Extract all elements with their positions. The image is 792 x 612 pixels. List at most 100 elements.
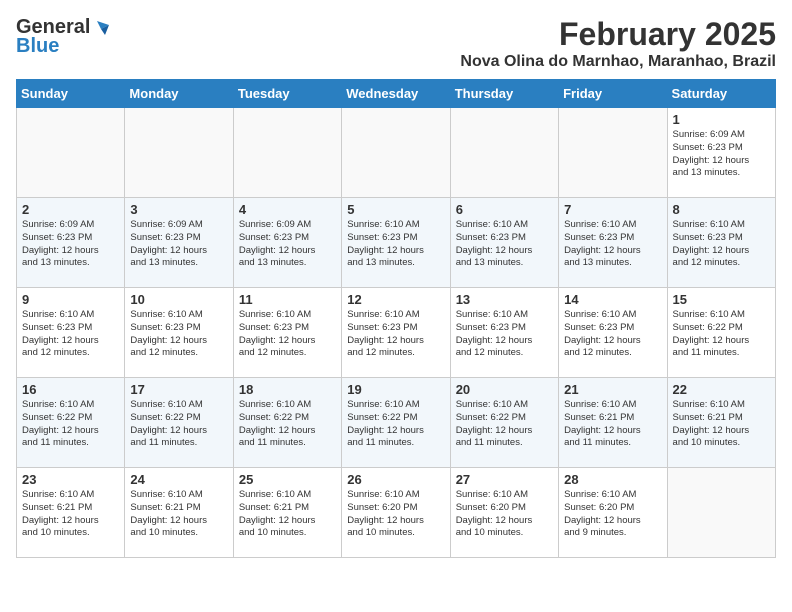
calendar-cell <box>17 108 125 198</box>
day-number: 17 <box>130 382 227 397</box>
day-number: 4 <box>239 202 336 217</box>
calendar-cell: 15Sunrise: 6:10 AM Sunset: 6:22 PM Dayli… <box>667 288 775 378</box>
calendar-cell: 18Sunrise: 6:10 AM Sunset: 6:22 PM Dayli… <box>233 378 341 468</box>
day-info: Sunrise: 6:10 AM Sunset: 6:23 PM Dayligh… <box>130 309 227 360</box>
day-info: Sunrise: 6:10 AM Sunset: 6:20 PM Dayligh… <box>347 489 444 540</box>
calendar-cell: 6 Sunrise: 6:10 AM Sunset: 6:23 PM Daylig… <box>450 198 558 288</box>
logo: General Blue <box>16 16 109 58</box>
calendar-week-row: 9 Sunrise: 6:10 AM Sunset: 6:23 PM Daylig… <box>17 288 776 378</box>
day-info: Sunrise: 6:10 AM Sunset: 6:21 PM Dayligh… <box>130 489 227 540</box>
day-number: 9 <box>22 292 119 307</box>
calendar-cell: 22 Sunrise: 6:10 AM Sunset: 6:21 PM Dayli… <box>667 378 775 468</box>
calendar-cell <box>342 108 450 198</box>
calendar-cell: 21 Sunrise: 6:10 AM Sunset: 6:21 PM Dayli… <box>559 378 667 468</box>
day-info: Sunrise: 6:10 AM Sunset: 6:21 PM Dayligh… <box>564 399 661 450</box>
logo-bird-icon <box>91 19 109 37</box>
calendar-cell: 2 Sunrise: 6:09 AM Sunset: 6:23 PM Daylig… <box>17 198 125 288</box>
day-info: Sunrise: 6:10 AM Sunset: 6:22 PM Dayligh… <box>347 399 444 450</box>
location-title: Nova Olina do Marnhao, Maranhao, Brazil <box>460 53 776 71</box>
day-info: Sunrise: 6:10 AM Sunset: 6:22 PM Dayligh… <box>673 309 770 360</box>
calendar-week-row: 23 Sunrise: 6:10 AM Sunset: 6:21 PM Dayli… <box>17 468 776 558</box>
day-number: 22 <box>673 382 770 397</box>
day-info: Sunrise: 6:10 AM Sunset: 6:20 PM Dayligh… <box>456 489 553 540</box>
weekday-header-row: SundayMondayTuesdayWednesdayThursdayFrid… <box>17 80 776 108</box>
day-number: 3 <box>130 202 227 217</box>
calendar-cell: 5 Sunrise: 6:10 AM Sunset: 6:23 PM Daylig… <box>342 198 450 288</box>
day-number: 19 <box>347 382 444 397</box>
day-number: 6 <box>456 202 553 217</box>
calendar-cell: 11Sunrise: 6:10 AM Sunset: 6:23 PM Dayli… <box>233 288 341 378</box>
day-number: 1 <box>673 112 770 127</box>
month-title: February 2025 <box>460 16 776 53</box>
calendar-cell: 10 Sunrise: 6:10 AM Sunset: 6:23 PM Dayli… <box>125 288 233 378</box>
day-info: Sunrise: 6:09 AM Sunset: 6:23 PM Dayligh… <box>130 219 227 270</box>
day-info: Sunrise: 6:10 AM Sunset: 6:22 PM Dayligh… <box>130 399 227 450</box>
day-info: Sunrise: 6:09 AM Sunset: 6:23 PM Dayligh… <box>22 219 119 270</box>
weekday-header-friday: Friday <box>559 80 667 108</box>
page-header: General Blue February 2025 Nova Olina do… <box>16 16 776 71</box>
day-number: 23 <box>22 472 119 487</box>
calendar-week-row: 2 Sunrise: 6:09 AM Sunset: 6:23 PM Daylig… <box>17 198 776 288</box>
title-area: February 2025 Nova Olina do Marnhao, Mar… <box>460 16 776 71</box>
day-number: 12 <box>347 292 444 307</box>
calendar-cell: 27 Sunrise: 6:10 AM Sunset: 6:20 PM Dayli… <box>450 468 558 558</box>
weekday-header-thursday: Thursday <box>450 80 558 108</box>
calendar-cell <box>450 108 558 198</box>
day-number: 8 <box>673 202 770 217</box>
calendar-cell <box>125 108 233 198</box>
weekday-header-sunday: Sunday <box>17 80 125 108</box>
logo-blue-text: Blue <box>16 35 59 58</box>
calendar-week-row: 1 Sunrise: 6:09 AM Sunset: 6:23 PM Daylig… <box>17 108 776 198</box>
calendar-cell: 16 Sunrise: 6:10 AM Sunset: 6:22 PM Dayli… <box>17 378 125 468</box>
calendar-cell: 26 Sunrise: 6:10 AM Sunset: 6:20 PM Dayli… <box>342 468 450 558</box>
calendar-cell: 25 Sunrise: 6:10 AM Sunset: 6:21 PM Dayli… <box>233 468 341 558</box>
calendar-cell <box>233 108 341 198</box>
day-number: 24 <box>130 472 227 487</box>
day-number: 21 <box>564 382 661 397</box>
day-info: Sunrise: 6:10 AM Sunset: 6:22 PM Dayligh… <box>456 399 553 450</box>
weekday-header-monday: Monday <box>125 80 233 108</box>
day-info: Sunrise: 6:10 AM Sunset: 6:21 PM Dayligh… <box>673 399 770 450</box>
calendar-cell: 13 Sunrise: 6:10 AM Sunset: 6:23 PM Dayli… <box>450 288 558 378</box>
day-number: 20 <box>456 382 553 397</box>
day-number: 25 <box>239 472 336 487</box>
weekday-header-wednesday: Wednesday <box>342 80 450 108</box>
day-info: Sunrise: 6:09 AM Sunset: 6:23 PM Dayligh… <box>239 219 336 270</box>
day-number: 27 <box>456 472 553 487</box>
weekday-header-saturday: Saturday <box>667 80 775 108</box>
calendar-cell: 19 Sunrise: 6:10 AM Sunset: 6:22 PM Dayli… <box>342 378 450 468</box>
calendar-cell: 23Sunrise: 6:10 AM Sunset: 6:21 PM Dayli… <box>17 468 125 558</box>
calendar-cell: 3 Sunrise: 6:09 AM Sunset: 6:23 PM Daylig… <box>125 198 233 288</box>
day-number: 13 <box>456 292 553 307</box>
day-info: Sunrise: 6:10 AM Sunset: 6:22 PM Dayligh… <box>22 399 119 450</box>
day-info: Sunrise: 6:10 AM Sunset: 6:23 PM Dayligh… <box>456 309 553 360</box>
day-info: Sunrise: 6:10 AM Sunset: 6:23 PM Dayligh… <box>22 309 119 360</box>
day-number: 7 <box>564 202 661 217</box>
day-info: Sunrise: 6:10 AM Sunset: 6:20 PM Dayligh… <box>564 489 661 540</box>
day-info: Sunrise: 6:10 AM Sunset: 6:23 PM Dayligh… <box>347 219 444 270</box>
day-number: 28 <box>564 472 661 487</box>
day-number: 16 <box>22 382 119 397</box>
day-number: 2 <box>22 202 119 217</box>
calendar-cell: 1 Sunrise: 6:09 AM Sunset: 6:23 PM Daylig… <box>667 108 775 198</box>
day-number: 26 <box>347 472 444 487</box>
calendar-cell: 9 Sunrise: 6:10 AM Sunset: 6:23 PM Daylig… <box>17 288 125 378</box>
calendar-cell: 17 Sunrise: 6:10 AM Sunset: 6:22 PM Dayli… <box>125 378 233 468</box>
day-info: Sunrise: 6:10 AM Sunset: 6:23 PM Dayligh… <box>673 219 770 270</box>
day-info: Sunrise: 6:10 AM Sunset: 6:21 PM Dayligh… <box>239 489 336 540</box>
weekday-header-tuesday: Tuesday <box>233 80 341 108</box>
day-number: 10 <box>130 292 227 307</box>
calendar-week-row: 16 Sunrise: 6:10 AM Sunset: 6:22 PM Dayli… <box>17 378 776 468</box>
day-info: Sunrise: 6:10 AM Sunset: 6:23 PM Dayligh… <box>564 309 661 360</box>
calendar-cell: 14Sunrise: 6:10 AM Sunset: 6:23 PM Dayli… <box>559 288 667 378</box>
day-info: Sunrise: 6:10 AM Sunset: 6:23 PM Dayligh… <box>456 219 553 270</box>
day-info: Sunrise: 6:10 AM Sunset: 6:23 PM Dayligh… <box>239 309 336 360</box>
calendar-table: SundayMondayTuesdayWednesdayThursdayFrid… <box>16 79 776 558</box>
day-number: 18 <box>239 382 336 397</box>
day-info: Sunrise: 6:10 AM Sunset: 6:23 PM Dayligh… <box>564 219 661 270</box>
day-number: 5 <box>347 202 444 217</box>
calendar-cell: 20 Sunrise: 6:10 AM Sunset: 6:22 PM Dayli… <box>450 378 558 468</box>
day-info: Sunrise: 6:09 AM Sunset: 6:23 PM Dayligh… <box>673 129 770 180</box>
calendar-cell: 7 Sunrise: 6:10 AM Sunset: 6:23 PM Daylig… <box>559 198 667 288</box>
calendar-cell: 8 Sunrise: 6:10 AM Sunset: 6:23 PM Daylig… <box>667 198 775 288</box>
